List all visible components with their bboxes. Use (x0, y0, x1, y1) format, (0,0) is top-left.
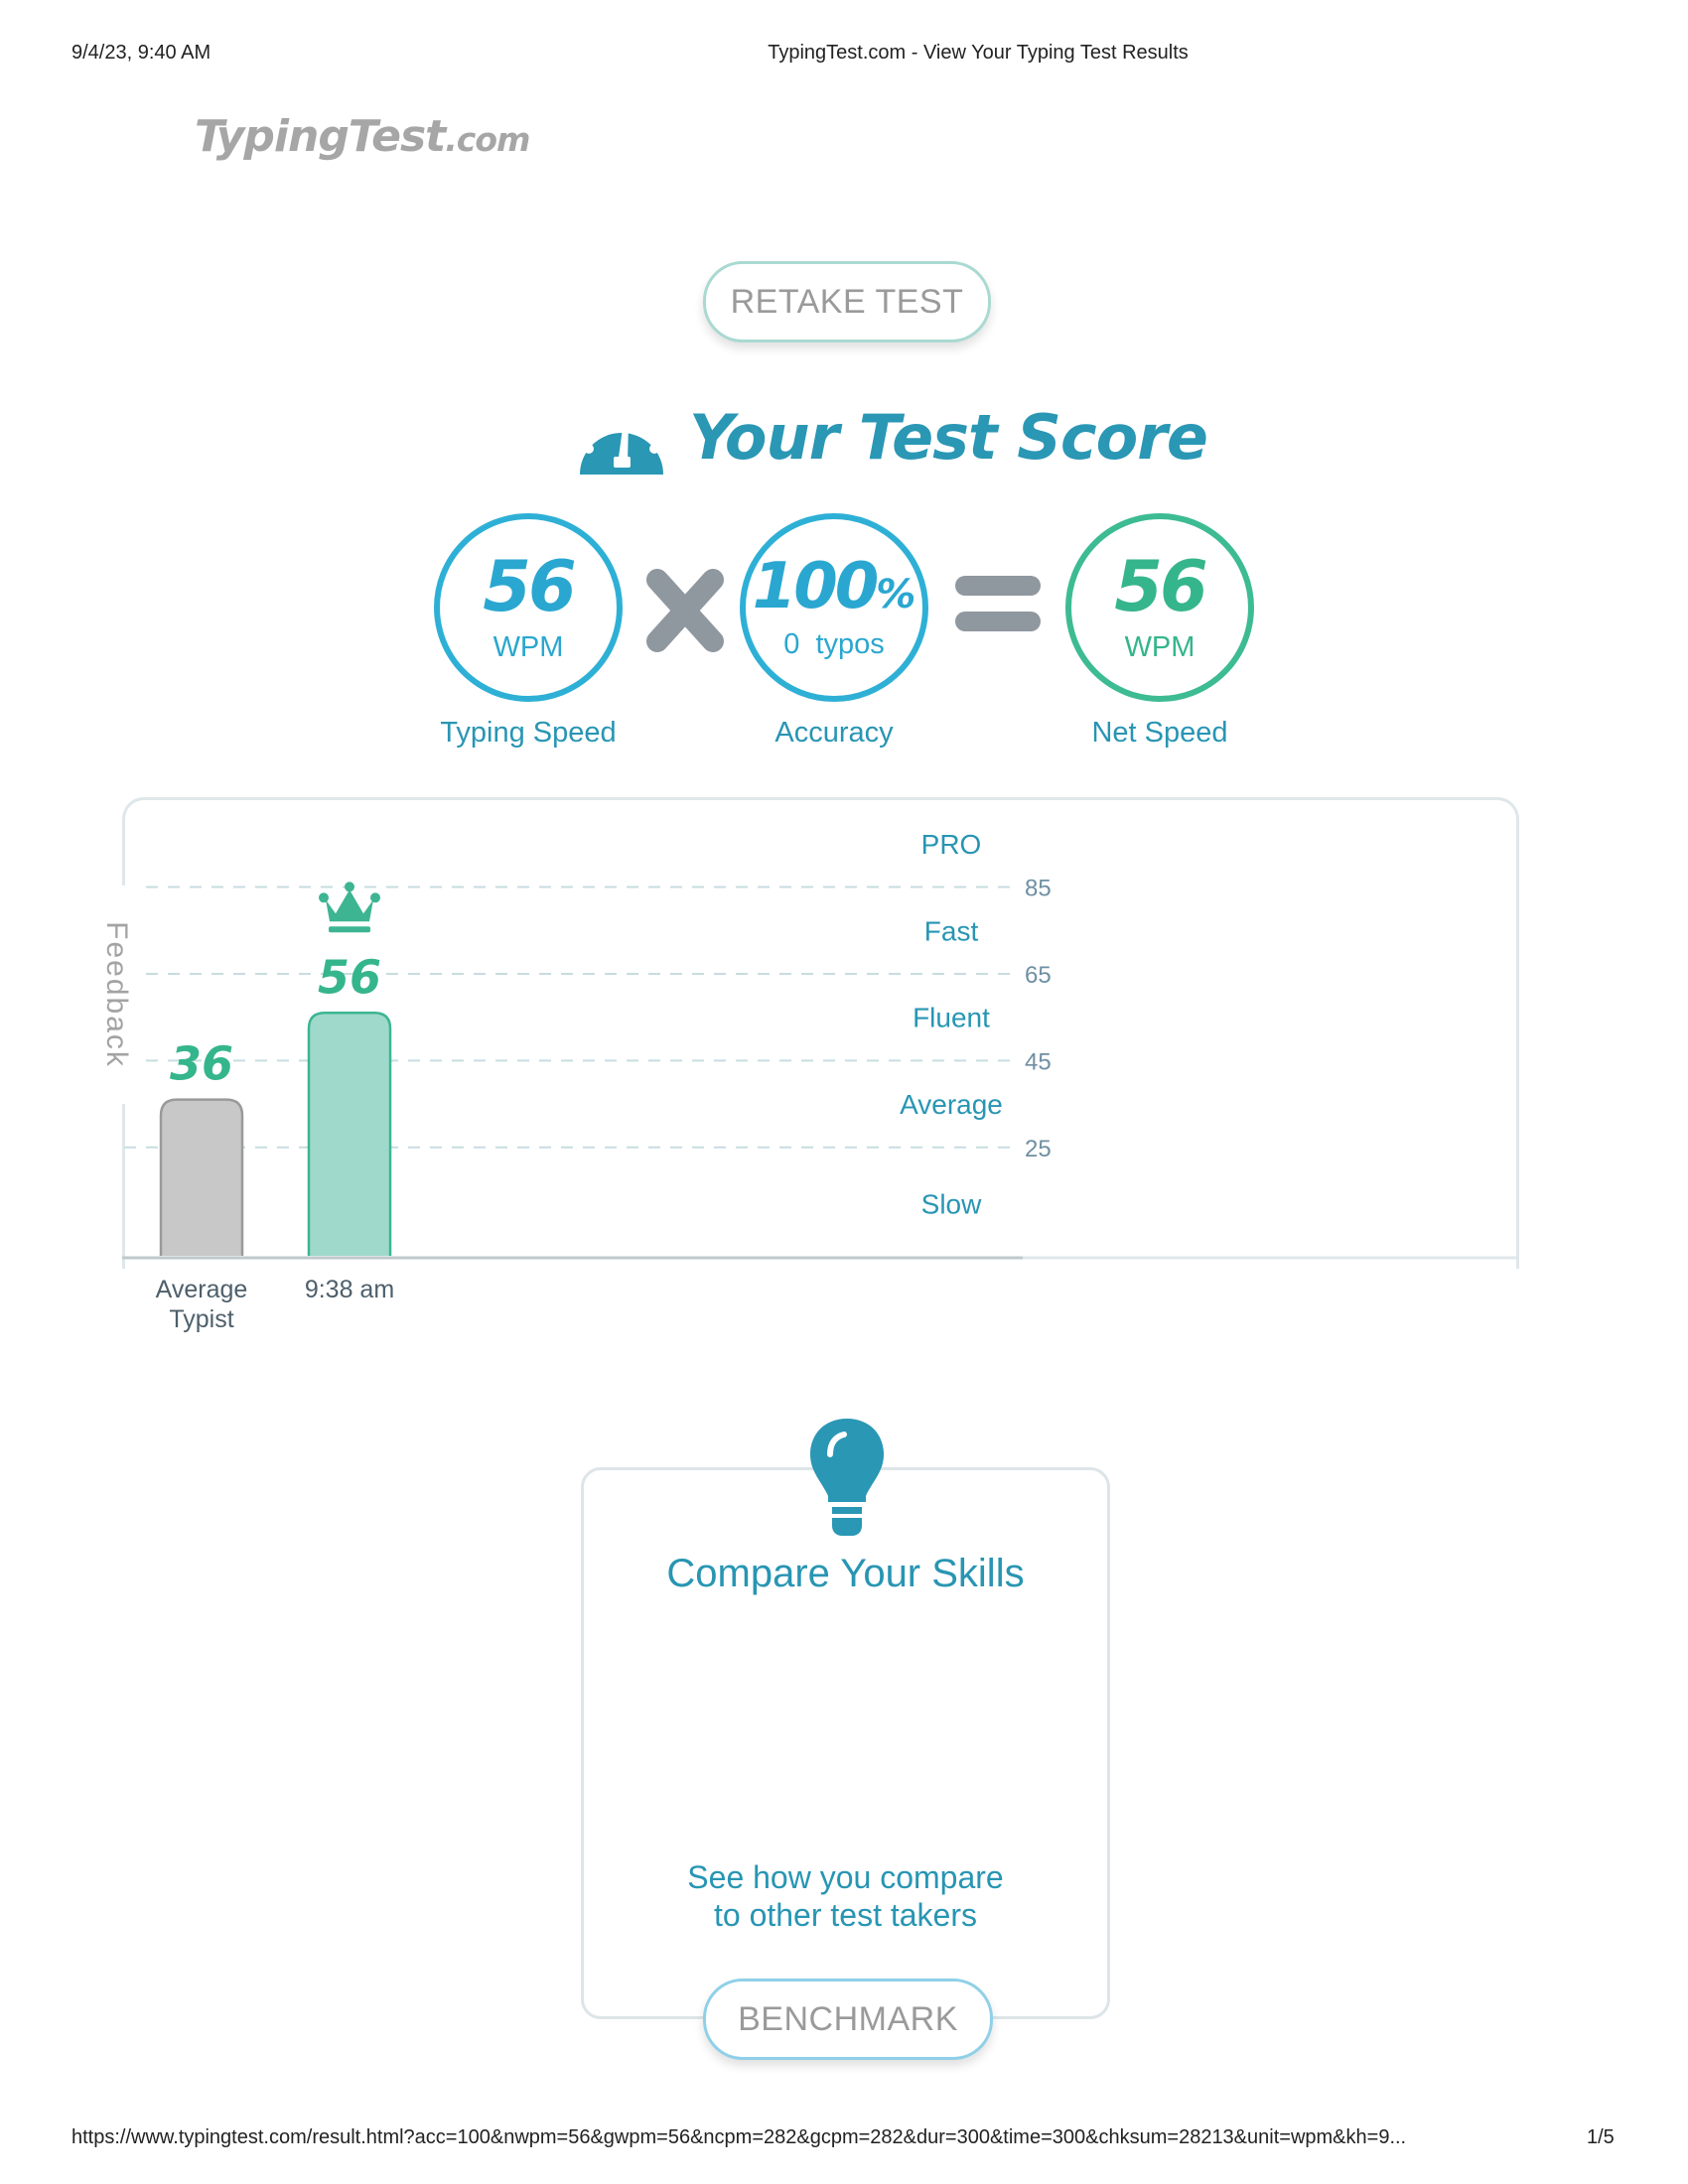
zone-label: Average (900, 1089, 1003, 1120)
zone-label: Fast (924, 915, 979, 946)
crown-icon (319, 882, 380, 933)
bar (307, 1012, 392, 1256)
feedback-label: Feedback (100, 921, 133, 1068)
feedback-tab[interactable]: Feedback (91, 886, 141, 1104)
x-category-label: 9:38 am (305, 1276, 394, 1303)
bar-value-label: 36 (170, 1037, 233, 1091)
benchmark-button[interactable]: BENCHMARK (703, 1979, 993, 2060)
results-chart: 25 45 65 85 PRO Fast Fluent Average Slow 36 Averag… (122, 829, 1519, 1333)
compare-desc-line-1: See how you compare (687, 1859, 1004, 1895)
y-tick-label: 85 (1025, 876, 1052, 902)
zone-label: Slow (921, 1189, 982, 1220)
compare-title: Compare Your Skills (666, 1552, 1025, 1595)
bar (159, 1098, 244, 1256)
zone-label: PRO (921, 829, 982, 860)
bar-value-label: 56 (318, 950, 381, 1004)
lightbulb-icon (810, 1419, 884, 1536)
compare-desc-line-2: to other test takers (713, 1897, 977, 1933)
y-tick-label: 65 (1025, 962, 1052, 989)
print-page-number: 1/5 (1587, 2126, 1615, 2148)
y-tick-label: 45 (1025, 1048, 1052, 1075)
x-category-label: Typist (169, 1305, 233, 1333)
x-category-label: Average (156, 1276, 248, 1303)
compare-skills-card (581, 1467, 1110, 2019)
compare-description: See how you compare to other test takers (581, 1858, 1110, 1934)
print-footer-url: https://www.typingtest.com/result.html?a… (71, 2126, 1407, 2148)
zone-label: Fluent (913, 1003, 990, 1033)
y-tick-label: 25 (1025, 1136, 1052, 1162)
